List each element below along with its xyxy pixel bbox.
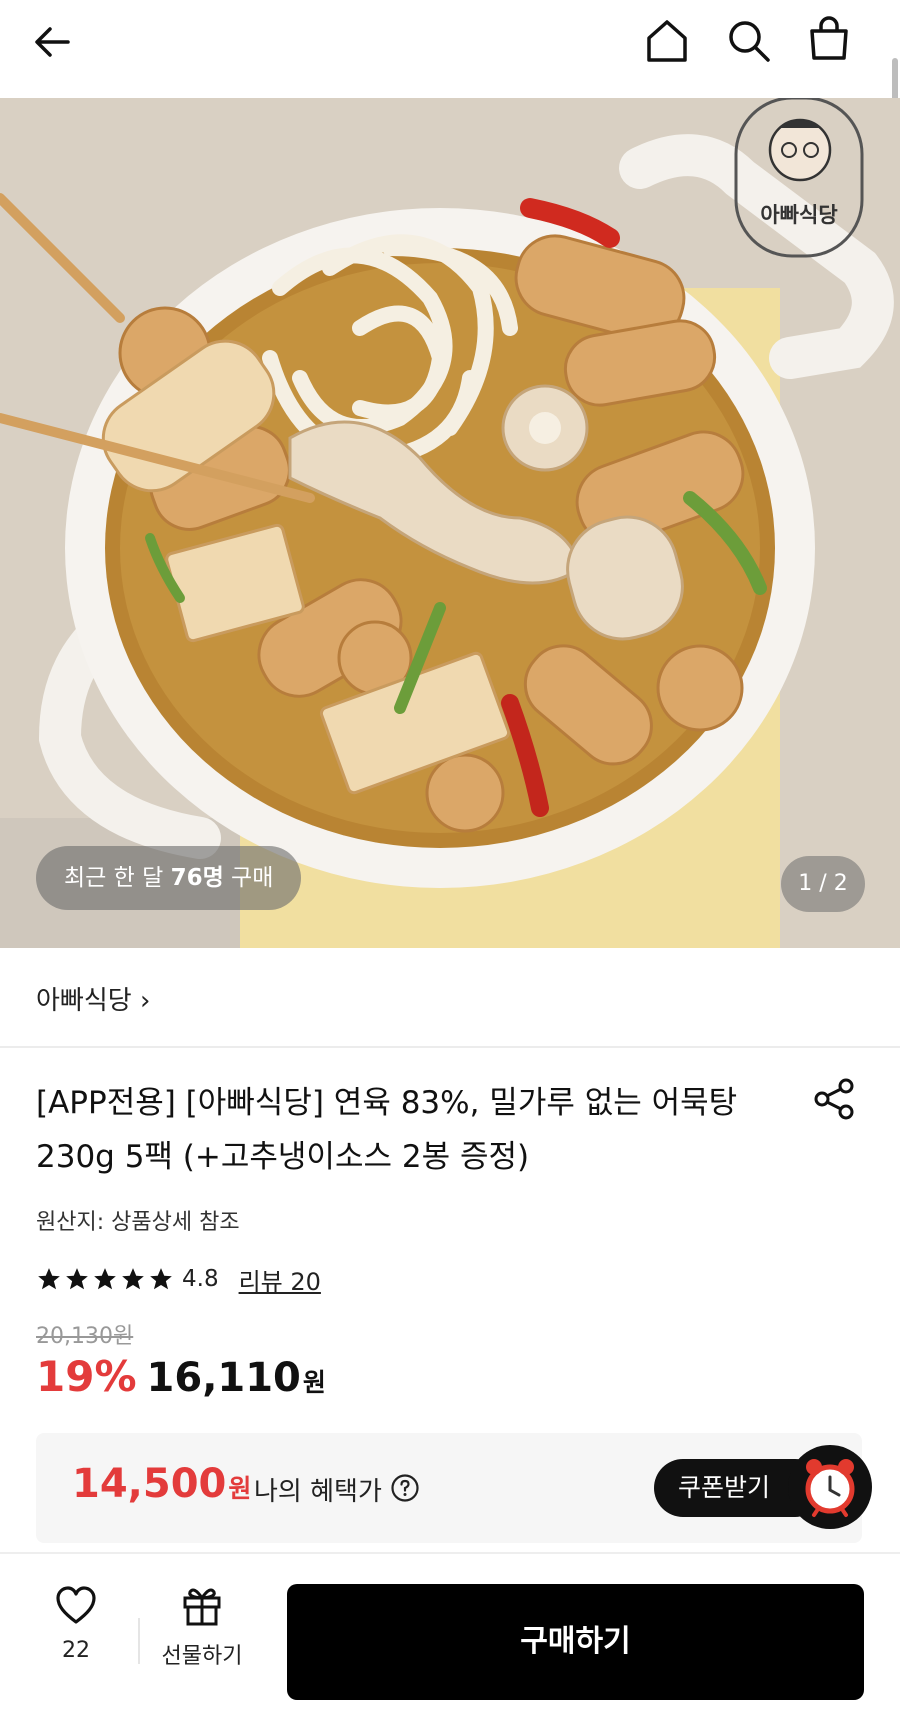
gift-button[interactable]: 선물하기 — [152, 1584, 252, 1674]
arrow-left-icon[interactable] — [30, 20, 74, 64]
benefit-price-box: 14,500 원 나의 혜택가 쿠폰받기 — [36, 1433, 872, 1543]
logo-text: 아빠식당 — [760, 203, 837, 227]
gift-icon — [183, 1588, 221, 1626]
like-count: 22 — [62, 1638, 90, 1663]
star-rating — [36, 1266, 174, 1292]
divider — [138, 1618, 140, 1664]
star-icon — [38, 1268, 60, 1290]
brand-store-link[interactable]: 아빠식당 › — [36, 980, 150, 1017]
shopping-bag-icon[interactable] — [806, 16, 852, 62]
price-row: 19% 16,110 원 — [36, 1352, 326, 1401]
like-button[interactable]: 22 — [40, 1584, 112, 1674]
rating-value: 4.8 — [182, 1266, 219, 1292]
discount-rate: 19% — [36, 1352, 137, 1401]
buyers-count: 76명 — [170, 865, 224, 891]
gift-label: 선물하기 — [161, 1644, 243, 1669]
buyers-prefix: 최근 한 달 — [64, 865, 171, 891]
fish-cake-soup-photo: 아빠식당 — [0, 98, 900, 948]
benefit-label: 나의 혜택가 — [254, 1477, 382, 1507]
product-title: [APP전용] [아빠식당] 연육 83%, 밀가루 없는 어묵탕 230g 5… — [36, 1085, 738, 1175]
price-currency: 원 — [302, 1368, 326, 1397]
benefit-price-currency: 원 — [228, 1474, 252, 1503]
origin-info: 원산지: 상품상세 참조 — [36, 1210, 240, 1235]
star-icon — [66, 1268, 88, 1290]
review-link[interactable]: 리뷰 20 — [239, 1262, 321, 1297]
image-page-indicator: 1 / 2 — [781, 856, 865, 912]
star-icon — [122, 1268, 144, 1290]
alarm-clock-icon — [805, 1459, 855, 1517]
recent-buyers-badge: 최근 한 달 76명 구매 — [36, 846, 302, 910]
brand-row: 아빠식당 › — [0, 948, 900, 1048]
rating-row: 4.8 리뷰 20 — [36, 1262, 321, 1296]
sale-price: 16,110 — [146, 1355, 301, 1401]
benefit-price: 14,500 원 — [72, 1461, 251, 1507]
heart-icon — [56, 1586, 96, 1624]
star-icon — [150, 1268, 172, 1290]
home-icon[interactable] — [644, 18, 690, 64]
original-price: 20,130원 — [36, 1324, 134, 1349]
search-icon[interactable] — [726, 18, 772, 64]
alarm-clock-badge[interactable] — [788, 1445, 872, 1529]
buy-button[interactable]: 구매하기 — [287, 1584, 864, 1700]
share-icon[interactable] — [812, 1076, 858, 1122]
product-image-carousel[interactable]: 아빠식당 최근 한 달 76명 구매 1 / 2 — [0, 98, 900, 948]
bottom-action-bar: 22 선물하기 구매하기 — [0, 1552, 900, 1725]
buyers-suffix: 구매 — [223, 865, 274, 891]
benefit-price-value: 14,500 — [72, 1461, 227, 1507]
top-navigation-bar — [0, 0, 900, 98]
help-circle-icon[interactable] — [390, 1473, 420, 1503]
star-icon — [94, 1268, 116, 1290]
